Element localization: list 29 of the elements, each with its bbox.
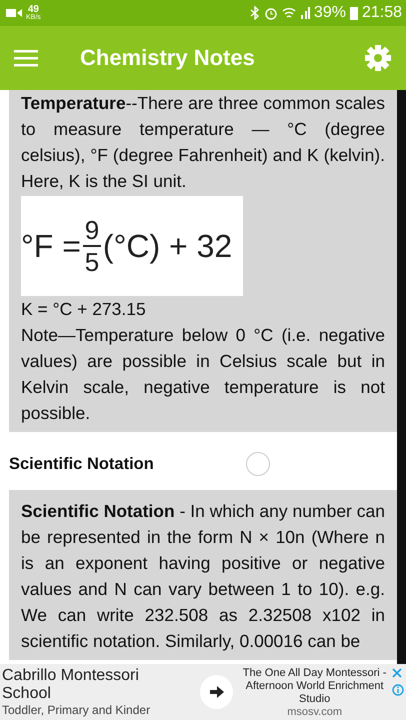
ad-text: The One All Day Montessori - Afternoon World Enrichment Studio [242, 666, 388, 706]
video-camera-icon [6, 8, 22, 18]
signal-icon [300, 6, 310, 20]
ad-open-button[interactable] [200, 675, 234, 709]
paragraph: Scientific Notation - In which any number can be represented in the form N × 10n (Where n is an exponent having positive or negative values and N can vary between 1 to 10). e.g. We can write 232.508 as 2.32508 x102 in scientific notation. Similarly, 0.00016 can be [21, 500, 385, 653]
wifi-icon [282, 6, 296, 20]
paragraph: Temperature--There are three common scales to measure temperature — °C (degree celsius), °F (degree Fahrenheit) and K (kelvin). Here, K is the SI unit. [21, 92, 385, 193]
formula-text: °F = [21, 228, 81, 264]
loading-spinner [246, 452, 270, 476]
paragraph: K = °C + 273.15 [21, 298, 147, 321]
settings-icon[interactable] [364, 44, 392, 72]
section-heading: Scientific Notation [9, 454, 154, 474]
formula-numerator: 9 [84, 215, 100, 245]
ad-title: Cabrillo Montessori School [2, 667, 140, 703]
battery-icon [350, 6, 358, 20]
arrow-icon [210, 686, 224, 698]
formula-text: (°C) + 32 [102, 228, 232, 264]
menu-icon[interactable] [14, 49, 38, 67]
app-title: Chemistry Notes [80, 45, 256, 71]
close-icon[interactable] [392, 668, 402, 678]
alarm-icon [264, 6, 278, 20]
clock: 21:58 [362, 4, 402, 22]
bluetooth-icon [250, 6, 260, 20]
info-icon[interactable] [392, 684, 404, 696]
formula-denominator: 5 [84, 247, 100, 277]
ad-domain: msosv.com [287, 706, 342, 718]
ad-subtitle: Toddler, Primary and Kinder [2, 703, 152, 717]
battery-percent: 39% [314, 4, 346, 22]
paragraph: Note—Temperature below 0 °C (i.e. negative values) are possible in Celsius scale but in Kelvin scale, negative temperature is not possible. [21, 324, 385, 425]
